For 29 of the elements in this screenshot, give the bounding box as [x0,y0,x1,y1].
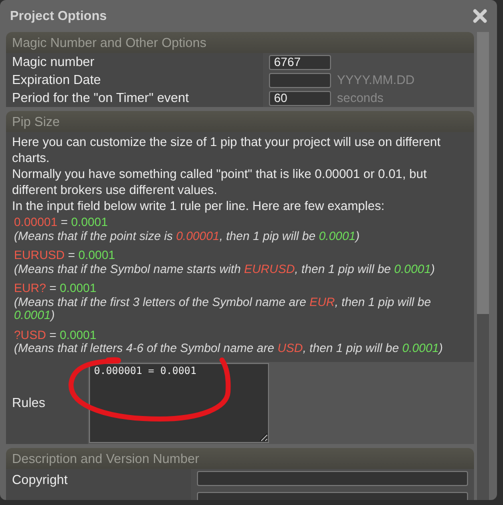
example-rule: EUR? = 0.0001 [14,282,98,296]
example-explanation: (Means that if the point size is 0.00001, then 1 pip will be 0.0001) [14,230,361,243]
example-rule: ?USD = 0.0001 [14,328,98,342]
help-text: Here you can customize the size of 1 pip that your project will use on different charts. [12,134,442,166]
rules-textarea[interactable]: 0.000001 = 0.0001 [89,362,269,442]
window-title: Project Options [10,7,107,26]
field-label: Period for the "on Timer" event [12,90,189,105]
input-field[interactable] [269,72,331,88]
example-rule: 0.00001 = 0.0001 [14,216,109,230]
help-text: In the input field below write 1 rule per line. Here are few examples: [12,198,386,214]
scrollbar[interactable] [477,32,489,500]
input-field[interactable]: 60 [269,90,331,106]
field-label: Expiration Date [12,72,101,87]
example-explanation: (Means that if letters 4-6 of the Symbol name are USD, then 1 pip will be 0.0001) [14,342,444,356]
input-field[interactable]: 6767 [269,54,331,70]
unit-label: YYYY.MM.DD [337,72,415,89]
example-explanation: (Means that if the Symbol name starts with EURUSD, then 1 pip will be 0.0001) [14,262,436,276]
close-icon[interactable] [473,9,487,23]
section-header: Description and Version Number [6,448,474,468]
field-label: Magic number [12,54,94,69]
unit-label: seconds [337,90,384,107]
help-text: Normally you have something called "point" that is like 0.00001 or 0.01, but different brokers use different values. [12,166,428,198]
section-header: Magic Number and Other Options [6,32,474,53]
section-header: Pip Size [6,111,474,132]
rules-label: Rules [12,394,46,412]
field-label: Copyright [12,472,68,486]
example-rule: EURUSD = 0.0001 [14,249,116,262]
example-explanation: (Means that if the first 3 letters of the Symbol name are EUR, then 1 pip will be 0.0001) [14,296,432,322]
input-field[interactable] [197,470,468,486]
